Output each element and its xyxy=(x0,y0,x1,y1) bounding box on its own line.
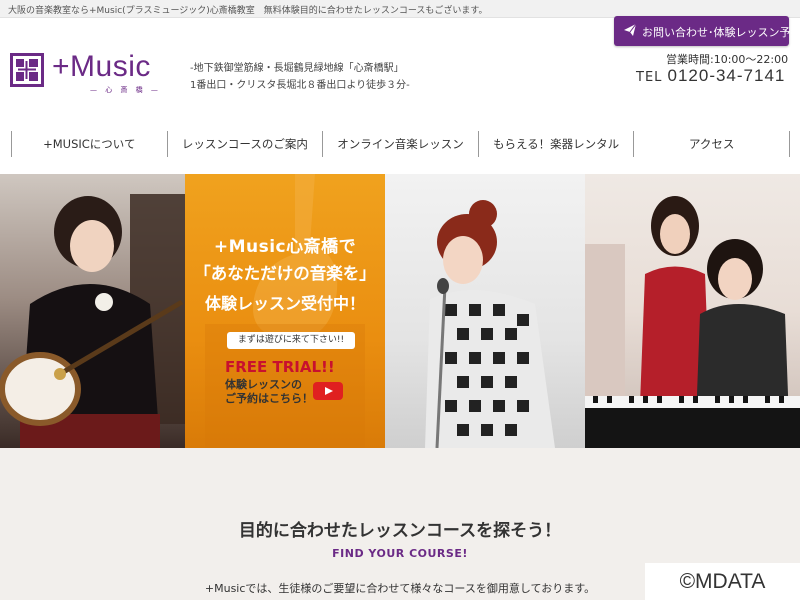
contact-trial-button[interactable]: お問い合わせ･体験レッスン予約 xyxy=(614,16,800,46)
nav-item-access[interactable]: アクセス xyxy=(633,131,790,157)
section-title: 目的に合わせたレッスンコースを探そう！ xyxy=(238,521,562,541)
logo-subtitle: — 心 斎 橋 — xyxy=(90,86,161,94)
hero-banner[interactable]: +Music心斎橋で 「あなただけの音楽を」 体験レッスン受付中！ まずは遊びに… xyxy=(0,174,800,448)
hero-headline-1: +Music心斎橋で xyxy=(213,237,357,257)
hero-photo-piano xyxy=(585,174,800,448)
main-navigation: +MUSICについて レッスンコースのご案内 オンライン音楽レッスン もらえる！… xyxy=(11,131,790,157)
copyright-watermark: ©MDATA xyxy=(645,563,800,600)
nav-item-instrument-rental[interactable]: もらえる！楽器レンタル xyxy=(477,131,634,157)
site-logo[interactable]: +Music — 心 斎 橋 — xyxy=(10,50,182,95)
nav-item-about[interactable]: +MUSICについて xyxy=(11,131,167,157)
hero-headline-2: 「あなただけの音楽を」 xyxy=(194,264,376,283)
address-line-1: -地下鉄御堂筋線・長堀鶴見緑地線「心斎橋駅」 xyxy=(190,63,404,74)
plus-music-mark-icon xyxy=(10,53,44,87)
vocalist-illustration xyxy=(425,200,555,448)
trial-note-line-2: ご予約はこちら！ xyxy=(225,392,313,405)
send-icon xyxy=(624,23,637,36)
shamisen-player-illustration xyxy=(0,194,185,448)
trial-note-line-1: 体験レッスンの xyxy=(225,378,302,391)
hero-invite-pill: まずは遊びに来て下さい!! xyxy=(227,332,355,349)
hero-photo-shamisen xyxy=(0,174,185,448)
hero-promo-text: +Music心斎橋で 「あなただけの音楽を」 体験レッスン受付中！ まずは遊びに… xyxy=(185,174,385,448)
free-trial-label: FREE TRIAL!! xyxy=(225,358,335,376)
section-subtitle: FIND YOUR COURSE! xyxy=(332,547,468,560)
tel-label: TEL xyxy=(636,70,663,85)
contact-button-label: お問い合わせ･体験レッスン予約 xyxy=(642,26,800,39)
access-address: -地下鉄御堂筋線・長堀鶴見緑地線「心斎橋駅」 1番出口・クリスタ長堀北８番出口よ… xyxy=(190,60,410,94)
hero-headline-3: 体験レッスン受付中！ xyxy=(204,294,365,313)
play-icon[interactable] xyxy=(313,382,343,400)
address-line-2: 1番出口・クリスタ長堀北８番出口より徒歩３分- xyxy=(190,80,410,91)
logo-wordmark: +Music xyxy=(52,50,151,83)
phone-number[interactable]: TEL 0120-34-7141 xyxy=(636,66,785,86)
trial-booking-note: 体験レッスンの ご予約はこちら！ xyxy=(225,378,313,406)
site-tagline: 大阪の音楽教室なら+Music(プラスミュージック)心斎橋教室 無料体験目的に合… xyxy=(8,6,488,16)
piano-duo-illustration xyxy=(585,196,800,448)
business-hours: 営業時間:10:00〜22:00 xyxy=(666,53,789,66)
tel-number: 0120-34-7141 xyxy=(667,66,786,85)
nav-item-online-lessons[interactable]: オンライン音楽レッスン xyxy=(322,131,478,157)
nav-item-courses[interactable]: レッスンコースのご案内 xyxy=(166,131,323,157)
hero-photo-vocalist xyxy=(385,174,585,448)
